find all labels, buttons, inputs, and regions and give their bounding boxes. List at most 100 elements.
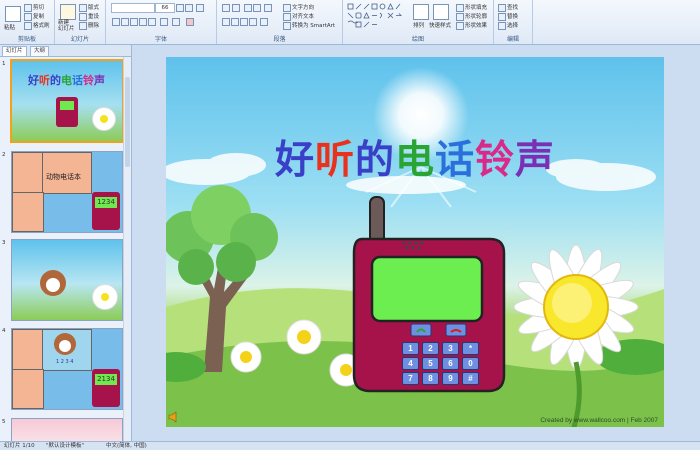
- slide-thumb-3[interactable]: [11, 239, 123, 321]
- grow-font-icon[interactable]: [176, 4, 184, 12]
- char-spacing-icon[interactable]: [160, 18, 168, 26]
- key-3[interactable]: 3: [442, 342, 459, 355]
- shape-fill-button[interactable]: 形状填充: [456, 3, 487, 12]
- drawing-group: 排列 快速样式 形状填充 形状轮廓 形状效果 绘图: [343, 0, 494, 44]
- italic-icon[interactable]: [121, 18, 129, 26]
- thumb-number: 4: [2, 328, 6, 334]
- shadow-icon[interactable]: [148, 18, 156, 26]
- tab-outline[interactable]: 大纲: [30, 46, 50, 56]
- smartart-icon: [283, 21, 291, 30]
- new-slide-button[interactable]: 新建 幻灯片: [58, 20, 75, 32]
- underline-icon[interactable]: [130, 18, 138, 26]
- align-right-icon[interactable]: [240, 18, 248, 26]
- reset-icon: [79, 12, 87, 21]
- delete-icon: [79, 21, 87, 30]
- outline-icon: [456, 12, 464, 21]
- change-case-icon[interactable]: [172, 18, 180, 26]
- paste-icon[interactable]: [5, 6, 21, 22]
- slide-title[interactable]: 好听的电话铃声: [166, 129, 664, 185]
- key-9[interactable]: 9: [442, 372, 459, 385]
- shapes-gallery[interactable]: [347, 3, 405, 31]
- key-1[interactable]: 1: [402, 342, 419, 355]
- select-button[interactable]: 选择: [498, 21, 518, 30]
- paragraph-label: 段落: [273, 36, 286, 43]
- reset-button[interactable]: 重设: [79, 12, 99, 21]
- find-button[interactable]: 查找: [498, 3, 518, 12]
- arrange-icon[interactable]: [413, 4, 429, 20]
- cut-button[interactable]: 剪切: [24, 3, 44, 12]
- title-char: 电: [394, 138, 435, 183]
- strikethrough-icon[interactable]: [139, 18, 147, 26]
- align-center-icon[interactable]: [231, 18, 239, 26]
- slide-canvas[interactable]: 1 2 3 * 4 5 6 0 7 8 9 # 好听的电话铃声 Created …: [166, 57, 664, 427]
- key-4[interactable]: 4: [402, 357, 419, 370]
- thumb-phone: 1234: [92, 192, 120, 230]
- smartart-button[interactable]: 转换为 SmartArt: [283, 21, 335, 30]
- text-direction-button[interactable]: 文字方向: [283, 3, 314, 12]
- slide-thumb-2[interactable]: 动物电话本 1234: [11, 151, 123, 233]
- quick-styles-icon[interactable]: [433, 4, 449, 20]
- clear-format-icon[interactable]: [196, 4, 204, 12]
- title-char: 话: [435, 138, 476, 183]
- slides-group: 新建 幻灯片 版式 重设 删除 幻灯片: [55, 0, 106, 44]
- key-7[interactable]: 7: [402, 372, 419, 385]
- thumb-digits: 1 2 3 4: [56, 359, 74, 365]
- replace-button[interactable]: 替换: [498, 12, 518, 21]
- key-8[interactable]: 8: [422, 372, 439, 385]
- key-0[interactable]: 0: [462, 357, 479, 370]
- new-slide-icon[interactable]: [60, 4, 76, 20]
- increase-indent-icon[interactable]: [253, 4, 261, 12]
- quick-styles-button[interactable]: 快速样式: [429, 21, 451, 29]
- thumb-caption: 动物电话本: [46, 173, 81, 181]
- thumb-panel: [12, 152, 44, 194]
- shape-outline-button[interactable]: 形状轮廓: [456, 12, 487, 21]
- key-2[interactable]: 2: [422, 342, 439, 355]
- thumb-puppy: [40, 270, 66, 296]
- key-5[interactable]: 5: [422, 357, 439, 370]
- scrollbar-thumb[interactable]: [125, 77, 130, 167]
- align-left-icon[interactable]: [222, 18, 230, 26]
- key-hash[interactable]: #: [462, 372, 479, 385]
- tab-slides[interactable]: 幻灯片: [2, 46, 27, 56]
- justify-icon[interactable]: [249, 18, 257, 26]
- thumb-number: 5: [2, 419, 6, 425]
- format-painter-button[interactable]: 格式刷: [24, 21, 50, 30]
- slide-thumb-5[interactable]: [11, 418, 123, 442]
- font-group: 66 字体: [106, 0, 217, 44]
- font-size-select[interactable]: 66: [155, 3, 175, 13]
- columns-icon[interactable]: [260, 18, 268, 26]
- find-icon: [498, 3, 506, 12]
- paragraph-group: 文字方向 对齐文本 转换为 SmartArt 段落: [217, 0, 343, 44]
- thumb-screen: 2134: [95, 374, 117, 385]
- shrink-font-icon[interactable]: [185, 4, 193, 12]
- thumb-daisy: [92, 284, 118, 310]
- numbering-icon[interactable]: [232, 4, 240, 12]
- thumb-number: 3: [2, 240, 6, 246]
- bullets-icon[interactable]: [222, 4, 230, 12]
- thumbnail-scrollbar[interactable]: [123, 57, 131, 441]
- copy-button[interactable]: 复制: [24, 12, 44, 21]
- slides-pane: 幻灯片 大纲 1 好听的电话铃声 2 动物电话本 1234 3 4 1 2 3 …: [0, 45, 132, 442]
- copy-icon: [24, 12, 32, 21]
- slide-thumb-1[interactable]: 好听的电话铃声: [10, 59, 124, 143]
- key-6[interactable]: 6: [442, 357, 459, 370]
- decrease-indent-icon[interactable]: [244, 4, 252, 12]
- arrange-button[interactable]: 排列: [413, 21, 424, 29]
- thumb-screen: 1234: [95, 197, 117, 208]
- layout-icon: [79, 3, 87, 12]
- line-spacing-icon[interactable]: [264, 4, 272, 12]
- bold-icon[interactable]: [112, 18, 120, 26]
- slide-thumb-4[interactable]: 1 2 3 4 2134: [11, 328, 123, 410]
- key-star[interactable]: *: [462, 342, 479, 355]
- select-icon: [498, 21, 506, 30]
- font-name-select[interactable]: [111, 3, 155, 13]
- align-text-button[interactable]: 对齐文本: [283, 12, 314, 21]
- thumb-phone: 2134: [92, 369, 120, 407]
- speaker-icon[interactable]: [168, 411, 180, 423]
- layout-button[interactable]: 版式: [79, 3, 99, 12]
- paste-button[interactable]: 粘贴: [4, 23, 15, 31]
- shape-effects-button[interactable]: 形状效果: [456, 21, 487, 30]
- font-color-icon[interactable]: [186, 18, 194, 26]
- fill-icon: [456, 3, 464, 12]
- delete-button[interactable]: 删除: [79, 21, 99, 30]
